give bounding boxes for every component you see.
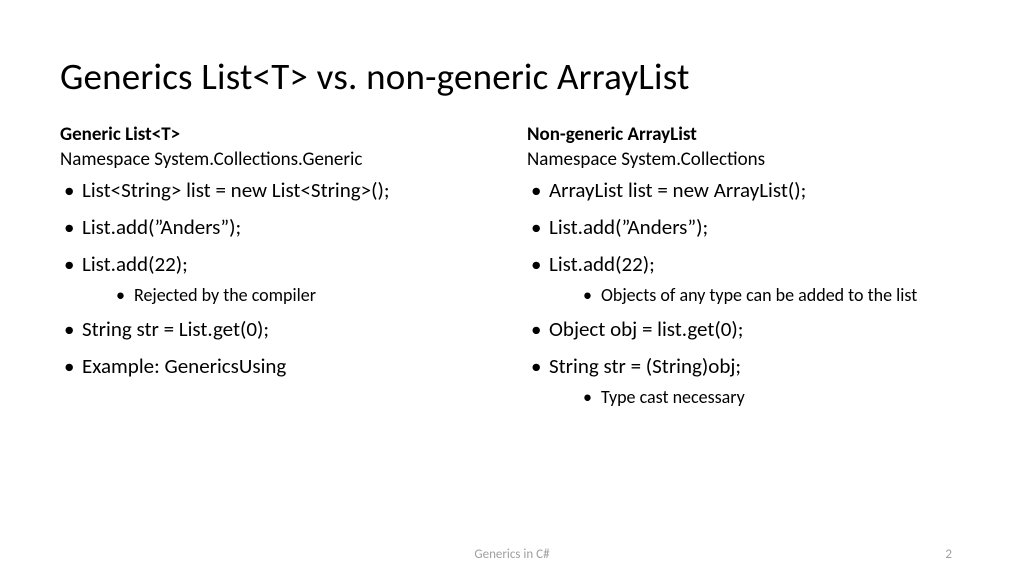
list-item-text: Example: GenericsUsing bbox=[82, 353, 286, 379]
sub-bullets: Objects of any type can be added to the … bbox=[549, 284, 964, 307]
list-item: List.add(22); Objects of any type can be… bbox=[527, 251, 964, 306]
sub-item: Type cast necessary bbox=[583, 386, 964, 409]
list-item: String str = (String)obj; Type cast nece… bbox=[527, 353, 964, 408]
list-item-text: String str = (String)obj; bbox=[549, 353, 741, 379]
left-column: Generic List<T> Namespace System.Collect… bbox=[60, 123, 497, 418]
right-bullets: ArrayList list = new ArrayList(); List.a… bbox=[527, 177, 964, 408]
list-item: List.add(”Anders”); bbox=[60, 214, 497, 241]
list-item: List.add(22); Rejected by the compiler bbox=[60, 251, 497, 306]
list-item: List.add(”Anders”); bbox=[527, 214, 964, 241]
list-item-text: List.add(22); bbox=[82, 251, 188, 277]
left-heading: Generic List<T> bbox=[60, 123, 497, 146]
page-number: 2 bbox=[945, 547, 952, 562]
list-item-text: String str = List.get(0); bbox=[82, 316, 269, 342]
footer: Generics in C# bbox=[0, 547, 1024, 562]
list-item: Object obj = list.get(0); bbox=[527, 316, 964, 343]
slide: Generics List<T> vs. non-generic ArrayLi… bbox=[0, 0, 1024, 576]
columns: Generic List<T> Namespace System.Collect… bbox=[60, 123, 964, 418]
list-item-text: List<String> list = new List<String>(); bbox=[82, 177, 389, 203]
right-namespace: Namespace System.Collections bbox=[527, 148, 964, 171]
list-item: List<String> list = new List<String>(); bbox=[60, 177, 497, 204]
list-item: Example: GenericsUsing bbox=[60, 353, 497, 380]
list-item: ArrayList list = new ArrayList(); bbox=[527, 177, 964, 204]
list-item-text: List.add(”Anders”); bbox=[549, 214, 708, 240]
sub-item: Objects of any type can be added to the … bbox=[583, 284, 964, 307]
list-item-text: List.add(22); bbox=[549, 251, 655, 277]
left-bullets: List<String> list = new List<String>(); … bbox=[60, 177, 497, 380]
list-item: String str = List.get(0); bbox=[60, 316, 497, 343]
list-item-text: ArrayList list = new ArrayList(); bbox=[549, 177, 806, 203]
sub-bullets: Rejected by the compiler bbox=[82, 284, 497, 307]
right-heading: Non-generic ArrayList bbox=[527, 123, 964, 146]
list-item-text: List.add(”Anders”); bbox=[82, 214, 241, 240]
right-column: Non-generic ArrayList Namespace System.C… bbox=[527, 123, 964, 418]
sub-bullets: Type cast necessary bbox=[549, 386, 964, 409]
footer-text: Generics in C# bbox=[474, 547, 549, 562]
list-item-text: Object obj = list.get(0); bbox=[549, 316, 743, 342]
sub-item: Rejected by the compiler bbox=[116, 284, 497, 307]
page-title: Generics List<T> vs. non-generic ArrayLi… bbox=[60, 54, 964, 99]
left-namespace: Namespace System.Collections.Generic bbox=[60, 148, 497, 171]
